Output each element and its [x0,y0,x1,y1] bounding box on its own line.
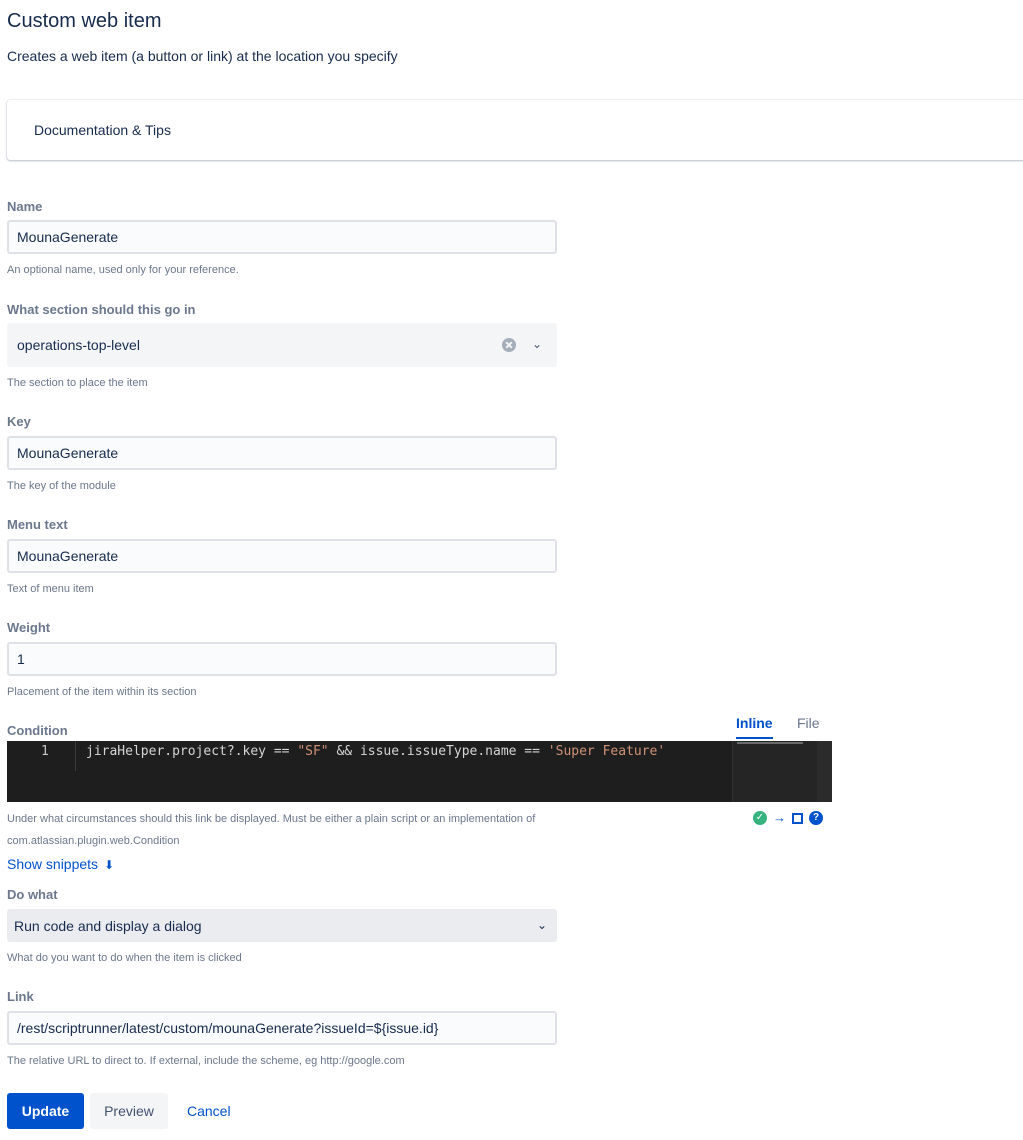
section-help: The section to place the item [7,377,148,389]
name-label: Name [7,199,43,214]
key-label: Key [7,414,31,429]
show-snippets-label: Show snippets [7,856,99,872]
code-string: "SF" [297,744,329,759]
code-line: jiraHelper.project?.key == "SF" && issue… [75,741,665,771]
cancel-button[interactable]: Cancel [175,1093,243,1129]
chevron-down-icon[interactable]: ⌄ [532,337,542,351]
weight-input[interactable]: 1 [7,642,557,676]
section-select[interactable]: operations-top-level ⌄ [7,323,557,367]
double-chevron-down-icon: ⬇ [104,858,115,872]
section-label: What section should this go in [7,302,196,317]
chevron-down-icon: ⌄ [537,918,548,932]
arrow-right-icon[interactable]: → [773,811,786,825]
weight-label: Weight [7,620,51,635]
menu-text-help: Text of menu item [7,583,94,595]
code-string: 'Super Feature' [547,744,666,759]
do-what-help: What do you want to do when the item is … [7,952,242,964]
tab-file[interactable]: File [797,715,820,731]
tab-inline[interactable]: Inline [736,715,773,739]
code-segment: && issue.issueType.name == [328,744,548,759]
condition-help-line1: Under what circumstances should this lin… [7,813,536,825]
editor-scrollbar[interactable] [817,741,832,802]
link-input[interactable]: /rest/scriptrunner/latest/custom/mounaGe… [7,1011,557,1045]
name-input[interactable]: MounaGenerate [7,220,557,254]
key-input[interactable]: MounaGenerate [7,436,557,470]
show-snippets-link[interactable]: Show snippets ⬇ [7,856,114,872]
clear-icon[interactable] [502,338,516,352]
documentation-panel[interactable]: Documentation & Tips [7,100,1023,160]
code-segment: jiraHelper.project?.key == [86,744,298,759]
link-help: The relative URL to direct to. If extern… [7,1055,405,1067]
page-title: Custom web item [7,10,162,32]
do-what-select[interactable]: Run code and display a dialog ⌄ [7,909,557,942]
do-what-label: Do what [7,887,58,902]
fullscreen-icon[interactable] [792,812,803,824]
weight-help: Placement of the item within its section [7,686,197,698]
menu-text-label: Menu text [7,517,68,532]
line-number: 1 [41,744,49,759]
documentation-label: Documentation & Tips [34,122,171,138]
key-help: The key of the module [7,480,116,492]
name-help: An optional name, used only for your ref… [7,264,239,276]
do-what-select-value: Run code and display a dialog [14,918,202,934]
condition-help-line2: com.atlassian.plugin.web.Condition [7,835,180,847]
link-label: Link [7,989,34,1004]
check-circle-icon: ✓ [753,811,767,825]
condition-code-editor[interactable]: 1 jiraHelper.project?.key == "SF" && iss… [7,741,832,802]
section-select-value: operations-top-level [17,337,140,353]
page-subtitle: Creates a web item (a button or link) at… [7,48,398,64]
condition-label: Condition [7,723,68,738]
preview-button[interactable]: Preview [90,1093,168,1129]
update-button[interactable]: Update [7,1093,84,1129]
editor-toolbar: ✓ → ? [753,811,823,825]
help-icon[interactable]: ? [809,811,823,825]
menu-text-input[interactable]: MounaGenerate [7,539,557,573]
